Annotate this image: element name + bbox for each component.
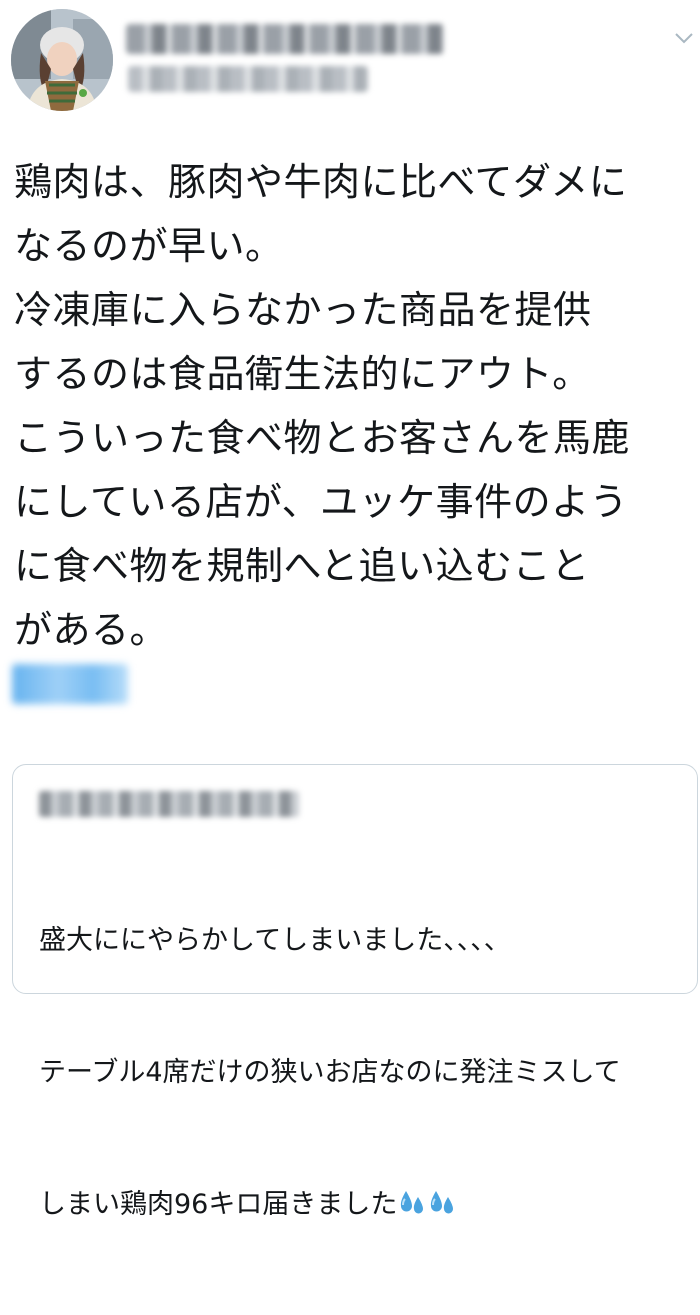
hashtag-link[interactable]: [12, 664, 128, 704]
quoted-line-1: 盛大ににやらかしてしまいました、、、、: [39, 925, 511, 956]
avatar[interactable]: [11, 9, 113, 111]
quoted-author[interactable]: [39, 791, 299, 817]
tweet-text: 鶏肉は、豚肉や牛肉に比べてダメに なるのが早い。 冷凍庫に入らなかった商品を提供…: [14, 160, 631, 652]
tweet-header: [0, 0, 700, 130]
quoted-line-2: テーブル4席だけの狭いお店なのに発注ミスして: [39, 1057, 621, 1088]
chevron-down-icon[interactable]: [674, 30, 694, 44]
quoted-tweet-text: 盛大ににやらかしてしまいました、、、、 テーブル4席だけの狭いお店なのに発注ミス…: [39, 831, 689, 1315]
sweat-droplets-icon: [427, 1187, 457, 1217]
display-name[interactable]: [126, 24, 444, 54]
quoted-tweet[interactable]: 盛大ににやらかしてしまいました、、、、 テーブル4席だけの狭いお店なのに発注ミス…: [12, 764, 698, 1220]
quoted-line-3-text: しまい鶏肉96キロ届きました: [39, 1189, 398, 1220]
avatar-photo: [11, 9, 113, 111]
sweat-droplets-icon: [397, 1187, 427, 1217]
user-handle[interactable]: [128, 66, 368, 92]
quoted-line-3: しまい鶏肉96キロ届きました: [39, 1183, 689, 1227]
